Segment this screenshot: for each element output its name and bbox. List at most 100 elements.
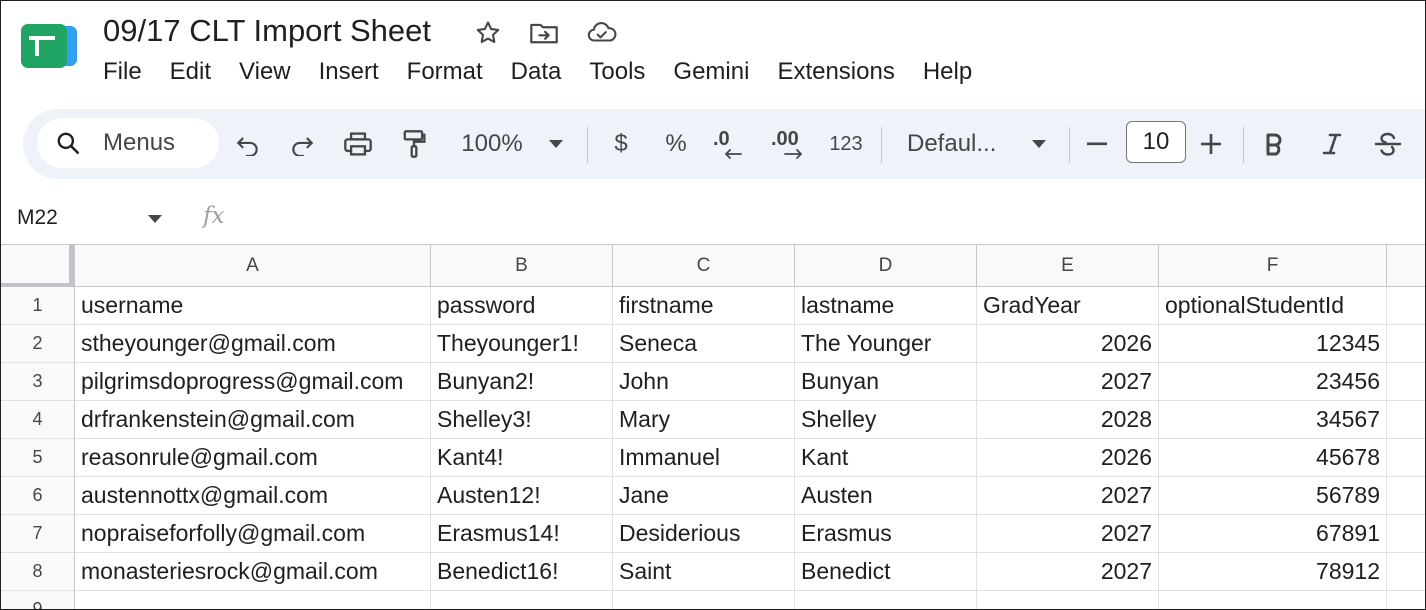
empty-cell[interactable] xyxy=(977,591,1159,609)
menu-file[interactable]: File xyxy=(103,57,170,87)
cell-b2[interactable]: Theyounger1! xyxy=(431,325,613,363)
name-box-dropdown-icon[interactable] xyxy=(147,214,163,224)
cell-e1[interactable]: GradYear xyxy=(977,287,1159,325)
cell-c8[interactable]: Saint xyxy=(613,553,795,591)
cell-f1[interactable]: optionalStudentId xyxy=(1159,287,1387,325)
empty-cell[interactable] xyxy=(1387,477,1425,515)
cell-c5[interactable]: Immanuel xyxy=(613,439,795,477)
increase-font-size-icon[interactable] xyxy=(1199,126,1223,162)
row-header-6[interactable]: 6 xyxy=(1,477,75,515)
more-formats-button[interactable]: 123 xyxy=(827,126,865,162)
empty-cell[interactable] xyxy=(431,591,613,609)
cell-d1[interactable]: lastname xyxy=(795,287,977,325)
sheets-logo-icon[interactable] xyxy=(19,23,79,69)
column-header-e[interactable]: E xyxy=(977,245,1159,287)
font-size-input[interactable]: 10 xyxy=(1126,121,1186,163)
cell-e6[interactable]: 2027 xyxy=(977,477,1159,515)
empty-cell[interactable] xyxy=(1387,591,1425,609)
italic-icon[interactable] xyxy=(1319,126,1345,162)
menu-data[interactable]: Data xyxy=(511,57,590,87)
cloud-saved-icon[interactable] xyxy=(587,18,617,48)
menu-help[interactable]: Help xyxy=(923,57,1000,87)
font-dropdown-icon[interactable] xyxy=(1027,126,1051,162)
cell-b1[interactable]: password xyxy=(431,287,613,325)
cell-d5[interactable]: Kant xyxy=(795,439,977,477)
cell-f3[interactable]: 23456 xyxy=(1159,363,1387,401)
empty-cell[interactable] xyxy=(1387,325,1425,363)
cell-c6[interactable]: Jane xyxy=(613,477,795,515)
cell-f4[interactable]: 34567 xyxy=(1159,401,1387,439)
column-header-d[interactable]: D xyxy=(795,245,977,287)
cell-f5[interactable]: 45678 xyxy=(1159,439,1387,477)
cell-b6[interactable]: Austen12! xyxy=(431,477,613,515)
select-all-corner[interactable] xyxy=(1,245,75,287)
document-title[interactable]: 09/17 CLT Import Sheet xyxy=(103,13,431,49)
row-header-8[interactable]: 8 xyxy=(1,553,75,591)
empty-cell[interactable] xyxy=(1387,515,1425,553)
percent-format-button[interactable]: % xyxy=(663,126,689,162)
cell-b3[interactable]: Bunyan2! xyxy=(431,363,613,401)
empty-cell[interactable] xyxy=(795,591,977,609)
cell-d7[interactable]: Erasmus xyxy=(795,515,977,553)
cell-c4[interactable]: Mary xyxy=(613,401,795,439)
cell-f2[interactable]: 12345 xyxy=(1159,325,1387,363)
row-header-9[interactable]: 9 xyxy=(1,591,75,609)
cell-b4[interactable]: Shelley3! xyxy=(431,401,613,439)
menu-edit[interactable]: Edit xyxy=(170,57,239,87)
currency-format-button[interactable]: $ xyxy=(609,126,633,162)
cell-e4[interactable]: 2028 xyxy=(977,401,1159,439)
print-icon[interactable] xyxy=(341,126,375,162)
menu-gemini[interactable]: Gemini xyxy=(673,57,777,87)
cell-e7[interactable]: 2027 xyxy=(977,515,1159,553)
empty-cell[interactable] xyxy=(1387,439,1425,477)
cell-f6[interactable]: 56789 xyxy=(1159,477,1387,515)
menu-format[interactable]: Format xyxy=(407,57,511,87)
cell-d2[interactable]: The Younger xyxy=(795,325,977,363)
decrease-font-size-icon[interactable] xyxy=(1085,126,1109,162)
row-header-7[interactable]: 7 xyxy=(1,515,75,553)
cell-a4[interactable]: drfrankenstein@gmail.com xyxy=(75,401,431,439)
decrease-decimal-button[interactable]: .0 xyxy=(713,126,749,162)
cell-c7[interactable]: Desiderious xyxy=(613,515,795,553)
row-header-1[interactable]: 1 xyxy=(1,287,75,325)
empty-cell[interactable] xyxy=(1387,363,1425,401)
row-header-5[interactable]: 5 xyxy=(1,439,75,477)
undo-icon[interactable] xyxy=(233,126,263,162)
cell-a2[interactable]: stheyounger@gmail.com xyxy=(75,325,431,363)
empty-cell[interactable] xyxy=(1387,553,1425,591)
cell-b8[interactable]: Benedict16! xyxy=(431,553,613,591)
empty-cell[interactable] xyxy=(1387,287,1425,325)
freeze-column-handle[interactable] xyxy=(69,245,74,287)
cell-c2[interactable]: Seneca xyxy=(613,325,795,363)
bold-icon[interactable] xyxy=(1261,126,1287,162)
search-menus-button[interactable]: Menus xyxy=(37,118,219,168)
cell-d8[interactable]: Benedict xyxy=(795,553,977,591)
cell-a5[interactable]: reasonrule@gmail.com xyxy=(75,439,431,477)
cell-e8[interactable]: 2027 xyxy=(977,553,1159,591)
column-header-b[interactable]: B xyxy=(431,245,613,287)
cell-e3[interactable]: 2027 xyxy=(977,363,1159,401)
menu-view[interactable]: View xyxy=(239,57,319,87)
star-icon[interactable] xyxy=(473,18,503,48)
row-header-2[interactable]: 2 xyxy=(1,325,75,363)
cell-e2[interactable]: 2026 xyxy=(977,325,1159,363)
column-header-f[interactable]: F xyxy=(1159,245,1387,287)
cell-e5[interactable]: 2026 xyxy=(977,439,1159,477)
cell-c1[interactable]: firstname xyxy=(613,287,795,325)
column-header-empty[interactable] xyxy=(1387,245,1425,287)
empty-cell[interactable] xyxy=(613,591,795,609)
cell-d3[interactable]: Bunyan xyxy=(795,363,977,401)
row-header-4[interactable]: 4 xyxy=(1,401,75,439)
move-to-folder-icon[interactable] xyxy=(529,18,559,48)
increase-decimal-button[interactable]: .00 xyxy=(771,126,811,162)
cell-a8[interactable]: monasteriesrock@gmail.com xyxy=(75,553,431,591)
cell-d4[interactable]: Shelley xyxy=(795,401,977,439)
column-header-c[interactable]: C xyxy=(613,245,795,287)
cell-a3[interactable]: pilgrimsdoprogress@gmail.com xyxy=(75,363,431,401)
cell-f8[interactable]: 78912 xyxy=(1159,553,1387,591)
paint-format-icon[interactable] xyxy=(397,126,431,162)
menu-extensions[interactable]: Extensions xyxy=(777,57,922,87)
column-header-a[interactable]: A xyxy=(75,245,431,287)
font-family-select[interactable]: Defaul... xyxy=(907,126,1007,162)
cell-a7[interactable]: nopraiseforfolly@gmail.com xyxy=(75,515,431,553)
